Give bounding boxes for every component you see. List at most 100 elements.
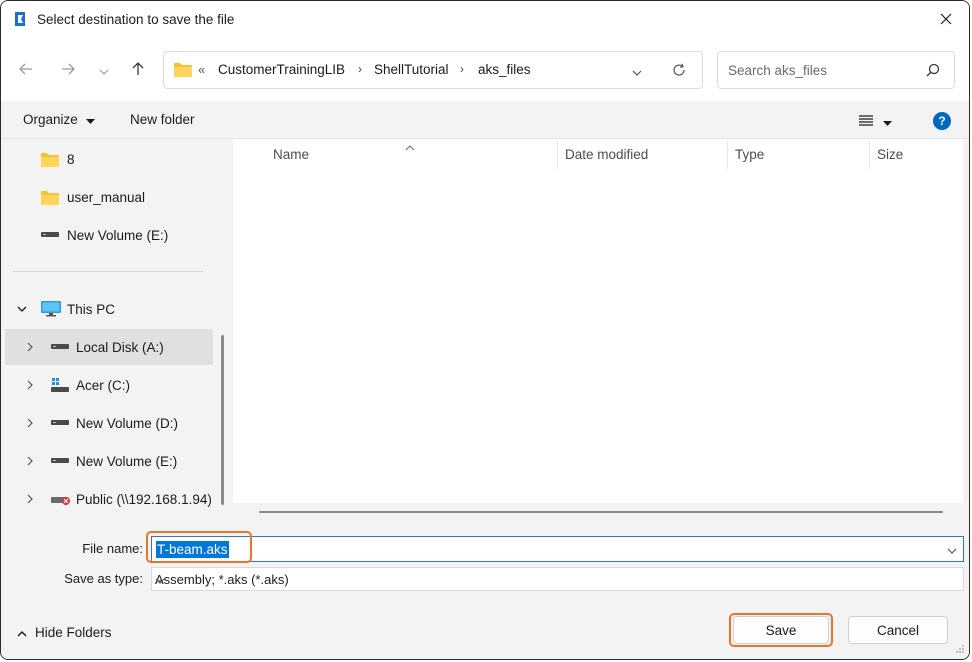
- chevron-right-icon[interactable]: [23, 456, 37, 466]
- command-bar: Organize New folder ?: [1, 101, 969, 139]
- save-dialog: Select destination to save the file « Cu…: [0, 0, 970, 660]
- arrow-up-icon: [132, 61, 144, 79]
- file-name-input[interactable]: T-beam.aks: [151, 536, 964, 562]
- sidebar-item-label: 8: [67, 151, 75, 167]
- save-as-type-label: Save as type:: [64, 571, 143, 586]
- breadcrumb-customertraininglib[interactable]: CustomerTrainingLIB: [218, 62, 345, 77]
- chevron-up-icon: [17, 625, 27, 640]
- column-header-date-modified[interactable]: Date modified: [565, 147, 648, 162]
- resize-grip-icon[interactable]: [955, 642, 965, 657]
- organize-button[interactable]: Organize: [23, 112, 95, 127]
- app-logo-icon: [13, 11, 27, 27]
- cancel-button[interactable]: Cancel: [848, 616, 948, 644]
- monitor-icon: [41, 301, 61, 317]
- arrow-left-icon: [19, 63, 33, 78]
- recent-locations-button[interactable]: [91, 58, 117, 82]
- drive-icon: [51, 344, 69, 350]
- search-icon: [926, 63, 940, 80]
- sidebar-item-8[interactable]: 8: [5, 141, 213, 177]
- up-button[interactable]: [125, 58, 151, 82]
- column-divider[interactable]: [557, 141, 558, 169]
- drive-icon: [51, 458, 69, 464]
- view-options-button[interactable]: [859, 111, 903, 131]
- breadcrumb-shelltutorial[interactable]: ShellTutorial: [374, 62, 449, 77]
- navigation-pane: 8 user_manual New Volume (E:) This PC Lo…: [1, 139, 229, 521]
- chevron-down-icon[interactable]: [155, 572, 957, 587]
- chevron-right-icon[interactable]: [23, 380, 37, 390]
- file-name-label: File name:: [82, 541, 143, 556]
- folder-icon: [41, 152, 59, 167]
- refresh-icon: [672, 63, 686, 80]
- refresh-button[interactable]: [667, 61, 691, 81]
- sidebar-item-label: New Volume (D:): [76, 415, 179, 431]
- network-drive-icon: [51, 493, 71, 505]
- chevron-right-icon[interactable]: [23, 418, 37, 428]
- scrollbar-thumb[interactable]: [259, 511, 943, 513]
- caret-down-icon: [883, 114, 892, 129]
- back-button[interactable]: [13, 58, 39, 82]
- save-highlight: [729, 613, 833, 647]
- address-dropdown-button[interactable]: [626, 61, 648, 81]
- chevron-down-icon[interactable]: [947, 542, 957, 557]
- sidebar-item-label: Local Disk (A:): [76, 339, 164, 355]
- breadcrumb-aks-files[interactable]: aks_files: [478, 62, 531, 77]
- caret-down-icon: [85, 112, 95, 127]
- window-title: Select destination to save the file: [37, 12, 235, 27]
- sidebar-scrollbar[interactable]: [221, 335, 224, 505]
- sidebar-item-new-volume-e[interactable]: New Volume (E:): [5, 443, 213, 479]
- dialog-footer: Hide Folders Save Cancel: [1, 597, 969, 659]
- breadcrumb-separator[interactable]: ›: [460, 62, 464, 76]
- address-overflow[interactable]: «: [198, 62, 205, 77]
- sidebar-item-label: New Volume (E:): [76, 453, 178, 469]
- sort-ascending-icon: [405, 139, 415, 154]
- sidebar-item-acer-c[interactable]: Acer (C:): [5, 367, 213, 403]
- column-header-name[interactable]: Name: [273, 147, 309, 162]
- save-as-type-select[interactable]: Assembly; *.aks (*.aks): [151, 567, 964, 591]
- chevron-down-icon: [99, 63, 109, 78]
- sidebar-item-label: This PC: [67, 301, 116, 317]
- search-box[interactable]: [717, 51, 955, 89]
- sidebar-item-user-manual[interactable]: user_manual: [5, 179, 213, 215]
- navigation-bar: « CustomerTrainingLIB › ShellTutorial › …: [1, 39, 969, 101]
- hide-folders-button[interactable]: Hide Folders: [17, 625, 112, 640]
- column-header-type[interactable]: Type: [735, 147, 764, 162]
- folder-icon: [41, 190, 59, 205]
- organize-label: Organize: [23, 112, 78, 127]
- address-bar[interactable]: « CustomerTrainingLIB › ShellTutorial › …: [163, 51, 703, 89]
- folder-icon: [174, 62, 192, 80]
- arrow-right-icon: [61, 63, 75, 78]
- new-folder-button[interactable]: New folder: [130, 112, 195, 127]
- sidebar-item-label: Public (\\192.168.1.94): [76, 491, 212, 507]
- close-button[interactable]: [923, 1, 969, 39]
- hide-folders-label: Hide Folders: [35, 625, 112, 640]
- chevron-right-icon[interactable]: [23, 342, 37, 352]
- sidebar-item-this-pc[interactable]: This PC: [5, 291, 213, 327]
- column-header-size[interactable]: Size: [877, 147, 903, 162]
- sidebar-item-new-volume-e-quick[interactable]: New Volume (E:): [5, 217, 213, 253]
- chevron-down-icon: [632, 64, 642, 79]
- title-bar: Select destination to save the file: [1, 1, 969, 39]
- windows-drive-icon: [51, 378, 69, 392]
- chevron-right-icon[interactable]: [23, 494, 37, 504]
- column-divider[interactable]: [869, 141, 870, 169]
- search-input[interactable]: [728, 61, 908, 79]
- sidebar-item-label: Acer (C:): [76, 377, 130, 393]
- file-list: Name Date modified Type Size: [233, 139, 963, 521]
- help-button[interactable]: ?: [933, 112, 951, 130]
- list-view-icon: [859, 114, 873, 129]
- column-divider[interactable]: [727, 141, 728, 169]
- horizontal-scrollbar[interactable]: [233, 503, 963, 521]
- sidebar-item-label: user_manual: [67, 189, 146, 205]
- sidebar-item-public-network[interactable]: Public (\\192.168.1.94): [5, 481, 213, 517]
- drive-icon: [51, 420, 69, 426]
- sidebar-divider: [13, 271, 203, 272]
- forward-button[interactable]: [55, 58, 81, 82]
- close-icon: [940, 13, 952, 28]
- file-name-highlight: [146, 531, 252, 563]
- breadcrumb-separator[interactable]: ›: [358, 62, 362, 76]
- sidebar-item-label: New Volume (E:): [67, 227, 169, 243]
- chevron-down-icon[interactable]: [15, 306, 29, 312]
- sidebar-item-new-volume-d[interactable]: New Volume (D:): [5, 405, 213, 441]
- drive-icon: [41, 232, 59, 238]
- sidebar-item-local-disk-a[interactable]: Local Disk (A:): [5, 329, 213, 365]
